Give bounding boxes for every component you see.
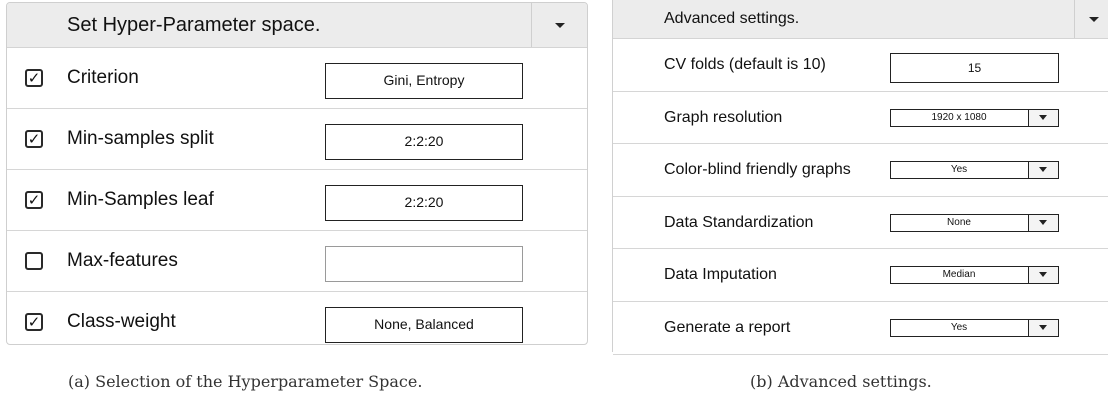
- data-imputation-select[interactable]: Median: [890, 266, 1059, 285]
- graph-resolution-value: 1920 x 1080: [931, 111, 987, 123]
- min-samples-leaf-label: Min-Samples leaf: [67, 189, 214, 210]
- cv-folds-input[interactable]: 15: [890, 53, 1059, 83]
- chevron-down-icon: [1039, 114, 1047, 120]
- generate-report-select[interactable]: Yes: [890, 318, 1059, 337]
- hyperparameter-panel-header[interactable]: Set Hyper-Parameter space.: [7, 3, 587, 48]
- max-features-label: Max-features: [67, 250, 178, 271]
- color-blind-select[interactable]: Yes: [890, 161, 1059, 180]
- cv-folds-label: CV folds (default is 10): [664, 56, 826, 73]
- criterion-checkbox[interactable]: ✓: [25, 69, 43, 87]
- hyperparameter-row-class-weight: ✓ Class-weight None, Balanced: [7, 292, 587, 344]
- min-samples-split-label: Min-samples split: [67, 128, 214, 149]
- advanced-row-cv-folds: CV folds (default is 10) 15: [613, 39, 1108, 92]
- hyperparameter-row-min-samples-split: ✓ Min-samples split 2:2:20: [7, 109, 587, 170]
- hyperparameter-panel-title: Set Hyper-Parameter space.: [67, 14, 321, 36]
- hyperparameter-row-max-features: Max-features: [7, 231, 587, 292]
- min-samples-split-checkbox[interactable]: ✓: [25, 130, 43, 148]
- chevron-down-icon: [1039, 324, 1047, 330]
- hyperparameter-panel: Set Hyper-Parameter space. ✓ Criterion G…: [6, 2, 588, 345]
- min-samples-split-input[interactable]: 2:2:20: [325, 124, 523, 160]
- max-features-input[interactable]: [325, 246, 523, 282]
- data-imputation-dropdown-button[interactable]: [1028, 267, 1058, 284]
- data-imputation-value: Median: [942, 269, 976, 281]
- color-blind-dropdown-button[interactable]: [1028, 162, 1058, 179]
- min-samples-leaf-checkbox[interactable]: ✓: [25, 191, 43, 209]
- chevron-down-icon: [1089, 17, 1099, 22]
- advanced-settings-title: Advanced settings.: [664, 10, 800, 27]
- criterion-label: Criterion: [67, 67, 139, 88]
- advanced-row-data-imputation: Data Imputation Median: [613, 249, 1108, 302]
- chevron-down-icon: [1039, 167, 1047, 173]
- chevron-down-icon: [555, 23, 565, 28]
- color-blind-value: Yes: [950, 164, 968, 176]
- criterion-input[interactable]: Gini, Entropy: [325, 63, 523, 99]
- advanced-row-graph-resolution: Graph resolution 1920 x 1080: [613, 92, 1108, 145]
- chevron-down-icon: [1039, 272, 1047, 278]
- graph-resolution-dropdown-button[interactable]: [1028, 109, 1058, 126]
- advanced-settings-collapse-button[interactable]: [1074, 0, 1108, 38]
- generate-report-dropdown-button[interactable]: [1028, 319, 1058, 336]
- hyperparameter-row-criterion: ✓ Criterion Gini, Entropy: [7, 48, 587, 109]
- generate-report-value: Yes: [950, 321, 968, 333]
- data-standardization-dropdown-button[interactable]: [1028, 214, 1058, 231]
- data-standardization-select[interactable]: None: [890, 213, 1059, 232]
- class-weight-label: Class-weight: [67, 311, 176, 332]
- caption-hyperparameter-space: (a) Selection of the Hyperparameter Spac…: [68, 372, 423, 391]
- advanced-row-generate-report: Generate a report Yes: [613, 302, 1108, 355]
- max-features-checkbox[interactable]: [25, 252, 43, 270]
- advanced-settings-panel: Advanced settings. CV folds (default is …: [612, 0, 1108, 355]
- graph-resolution-label: Graph resolution: [664, 108, 783, 126]
- advanced-row-data-standardization: Data Standardization None: [613, 197, 1108, 250]
- advanced-settings-header[interactable]: Advanced settings.: [613, 0, 1108, 39]
- class-weight-input[interactable]: None, Balanced: [325, 307, 523, 343]
- caption-advanced-settings: (b) Advanced settings.: [750, 372, 932, 391]
- hyperparameter-panel-collapse-button[interactable]: [531, 3, 587, 47]
- data-standardization-label: Data Standardization: [664, 213, 814, 231]
- hyperparameter-row-min-samples-leaf: ✓ Min-Samples leaf 2:2:20: [7, 170, 587, 231]
- advanced-row-color-blind: Color-blind friendly graphs Yes: [613, 144, 1108, 197]
- min-samples-leaf-input[interactable]: 2:2:20: [325, 185, 523, 221]
- data-standardization-value: None: [947, 216, 971, 228]
- generate-report-label: Generate a report: [664, 318, 791, 336]
- class-weight-checkbox[interactable]: ✓: [25, 313, 43, 331]
- color-blind-label: Color-blind friendly graphs: [664, 161, 851, 179]
- data-imputation-label: Data Imputation: [664, 266, 777, 284]
- chevron-down-icon: [1039, 219, 1047, 225]
- graph-resolution-select[interactable]: 1920 x 1080: [890, 108, 1059, 127]
